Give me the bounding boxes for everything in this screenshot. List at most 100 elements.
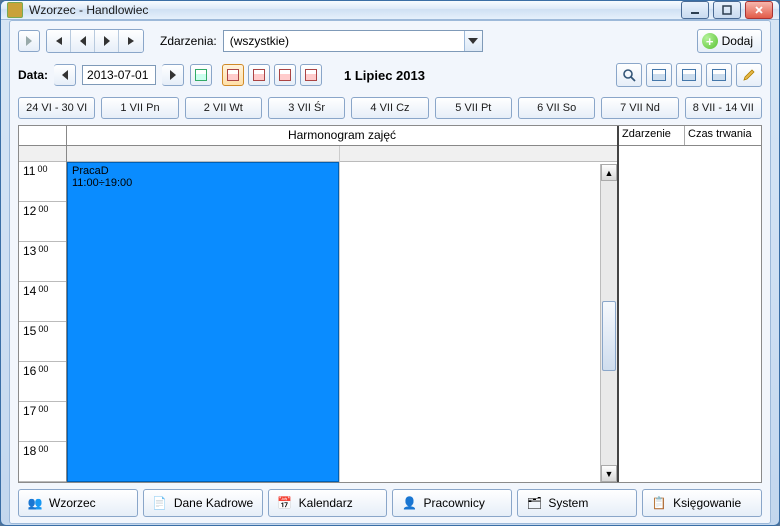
- scroll-down-button[interactable]: ▼: [601, 465, 617, 482]
- maximize-button[interactable]: [713, 1, 741, 19]
- day-column[interactable]: PracaD 11:00÷19:00: [67, 146, 617, 482]
- nav-first-button[interactable]: [47, 30, 71, 52]
- tab-pracownicy[interactable]: 👤Pracownicy: [392, 489, 512, 517]
- close-button[interactable]: [745, 1, 773, 19]
- search-icon: [622, 68, 636, 82]
- view-workweek-button[interactable]: [248, 64, 270, 86]
- time-row: 1600: [19, 362, 66, 402]
- schedule-title: Harmonogram zajęć: [67, 126, 617, 145]
- app-window: Wzorzec - Handlowiec Zdarzenia: (wszystk…: [0, 0, 780, 526]
- calendar-icon: [253, 69, 265, 81]
- tool-button-2[interactable]: [676, 63, 702, 87]
- events-combo-value: (wszystkie): [224, 34, 464, 48]
- side-col-duration[interactable]: Czas trwania: [685, 126, 761, 145]
- events-combo-dropdown[interactable]: [464, 31, 482, 51]
- appointment-time: 11:00÷19:00: [72, 177, 334, 189]
- scroll-thumb[interactable]: [602, 301, 616, 371]
- add-button-label: Dodaj: [722, 34, 753, 48]
- add-button[interactable]: + Dodaj: [697, 29, 762, 53]
- window-controls: [681, 1, 773, 19]
- side-panel: Zdarzenie Czas trwania: [619, 126, 761, 482]
- tool-icon: [652, 69, 666, 81]
- date-label: Data:: [18, 68, 48, 82]
- calendar-icon: 📅: [277, 495, 293, 511]
- events-label: Zdarzenia:: [160, 34, 217, 48]
- app-icon: [7, 2, 23, 18]
- side-header: Zdarzenie Czas trwania: [619, 126, 761, 146]
- time-row: 1100: [19, 162, 66, 202]
- edit-button[interactable]: [736, 63, 762, 87]
- scroll-track[interactable]: [601, 181, 617, 465]
- date-prev-button[interactable]: [54, 64, 76, 86]
- plus-icon: +: [702, 33, 718, 49]
- side-col-event[interactable]: Zdarzenie: [619, 126, 685, 145]
- day-fri[interactable]: 5 VII Pt: [435, 97, 512, 119]
- time-column: 1100 1200 1300 1400 1500 1600 1700 1800: [19, 146, 67, 482]
- day-thu[interactable]: 4 VII Cz: [351, 97, 428, 119]
- bottom-tabs: 👥Wzorzec 📄Dane Kadrowe 📅Kalendarz 👤Praco…: [18, 489, 762, 517]
- time-row: 1400: [19, 282, 66, 322]
- view-mode-group: [222, 64, 322, 86]
- events-combo[interactable]: (wszystkie): [223, 30, 483, 52]
- date-next-button[interactable]: [162, 64, 184, 86]
- pencil-icon: [742, 68, 756, 82]
- date-input[interactable]: 2013-07-01: [82, 65, 156, 85]
- vertical-scrollbar[interactable]: ▲ ▼: [600, 164, 617, 482]
- content-area: Harmonogram zajęć 1100 1200 1300 1400 15…: [18, 125, 762, 483]
- document-icon: 📄: [152, 495, 168, 511]
- day-prev-week[interactable]: 24 VI - 30 VI: [18, 97, 95, 119]
- day-mon[interactable]: 1 VII Pn: [101, 97, 178, 119]
- day-strip: 24 VI - 30 VI 1 VII Pn 2 VII Wt 3 VII Śr…: [18, 97, 762, 119]
- time-row: 1300: [19, 242, 66, 282]
- nav-next-button[interactable]: [95, 30, 119, 52]
- nav-prev-button[interactable]: [71, 30, 95, 52]
- tab-wzorzec[interactable]: 👥Wzorzec: [18, 489, 138, 517]
- right-tool-group: [616, 63, 762, 87]
- person-icon: 👤: [401, 495, 417, 511]
- tree-icon: 🗂: [526, 495, 542, 511]
- tool-button-3[interactable]: [706, 63, 732, 87]
- window-title: Wzorzec - Handlowiec: [29, 3, 148, 17]
- titlebar: Wzorzec - Handlowiec: [1, 1, 779, 20]
- view-month-button[interactable]: [300, 64, 322, 86]
- day-next-week[interactable]: 8 VII - 14 VII: [685, 97, 762, 119]
- tab-ksiegowanie[interactable]: 📋Księgowanie: [642, 489, 762, 517]
- schedule-header: Harmonogram zajęć: [19, 126, 617, 146]
- time-row: 1700: [19, 402, 66, 442]
- schedule-panel: Harmonogram zajęć 1100 1200 1300 1400 15…: [19, 126, 619, 482]
- time-row: 1800: [19, 442, 66, 482]
- time-row: 1200: [19, 202, 66, 242]
- calendar-icon: [227, 69, 239, 81]
- displayed-date: 1 Lipiec 2013: [344, 68, 425, 83]
- record-nav: [46, 29, 144, 53]
- calendar-icon: [305, 69, 317, 81]
- ledger-icon: 📋: [651, 495, 667, 511]
- minimize-button[interactable]: [681, 1, 709, 19]
- day-sat[interactable]: 6 VII So: [518, 97, 595, 119]
- date-picker-button[interactable]: [190, 64, 212, 86]
- calendar-icon: [712, 69, 726, 81]
- run-button[interactable]: [18, 30, 40, 52]
- view-day-button[interactable]: [222, 64, 244, 86]
- tab-dane-kadrowe[interactable]: 📄Dane Kadrowe: [143, 489, 263, 517]
- appointment-title: PracaD: [72, 165, 334, 177]
- day-wed[interactable]: 3 VII Śr: [268, 97, 345, 119]
- view-week-button[interactable]: [274, 64, 296, 86]
- side-body: [619, 146, 761, 482]
- toolbar-row-2: Data: 2013-07-01 1 Lipiec 2013: [18, 61, 762, 89]
- tab-kalendarz[interactable]: 📅Kalendarz: [268, 489, 388, 517]
- search-button[interactable]: [616, 63, 642, 87]
- nav-last-button[interactable]: [119, 30, 143, 52]
- tool-icon: [682, 69, 696, 81]
- scroll-up-button[interactable]: ▲: [601, 164, 617, 181]
- client-area: Zdarzenia: (wszystkie) + Dodaj Data: 201…: [9, 20, 771, 524]
- day-tue[interactable]: 2 VII Wt: [185, 97, 262, 119]
- people-icon: 👥: [27, 495, 43, 511]
- time-row: 1500: [19, 322, 66, 362]
- appointment-block[interactable]: PracaD 11:00÷19:00: [67, 162, 339, 482]
- tab-system[interactable]: 🗂System: [517, 489, 637, 517]
- tool-button-1[interactable]: [646, 63, 672, 87]
- calendar-icon: [279, 69, 291, 81]
- toolbar-row-1: Zdarzenia: (wszystkie) + Dodaj: [18, 27, 762, 55]
- day-sun[interactable]: 7 VII Nd: [601, 97, 678, 119]
